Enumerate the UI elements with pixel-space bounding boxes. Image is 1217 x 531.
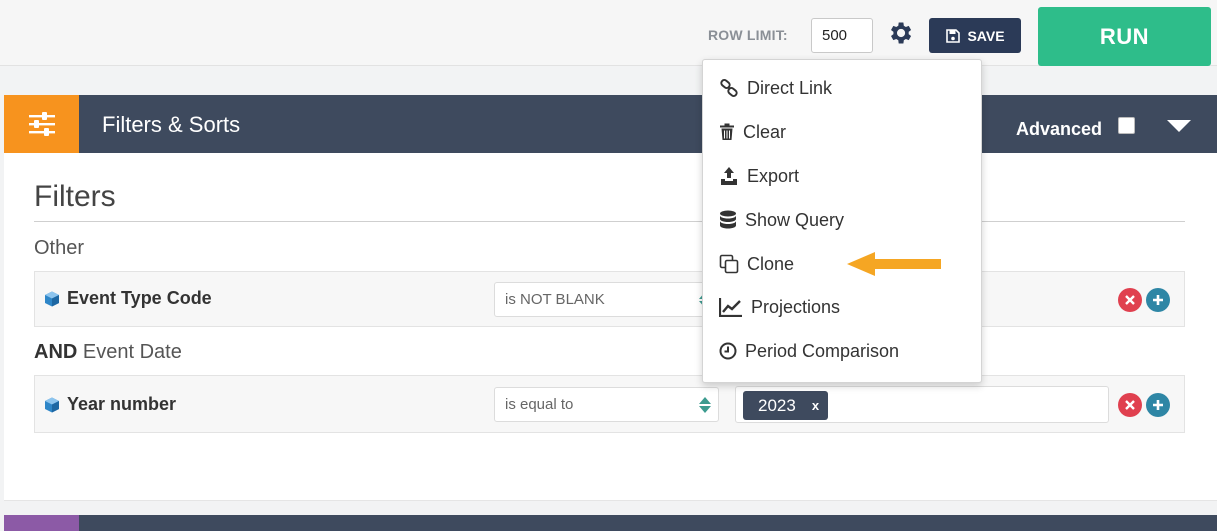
menu-item-label: Clone [747, 253, 795, 274]
run-label: RUN [1099, 23, 1150, 49]
operator-select[interactable]: is NOT BLANK [494, 282, 719, 317]
filter-row: Year number is equal to 2023 x [34, 375, 1185, 433]
operator-value: is NOT BLANK [505, 291, 605, 308]
field-name[interactable]: Event Type Code [43, 288, 212, 309]
menu-item-show-query[interactable]: Show Query [718, 207, 844, 233]
group-label: AND Event Date [34, 341, 182, 364]
group-label: Other [34, 237, 84, 260]
trash-icon [718, 121, 736, 143]
next-section-header[interactable] [4, 515, 1217, 531]
add-filter-icon[interactable] [1146, 393, 1170, 417]
link-icon [718, 77, 740, 99]
add-filter-icon[interactable] [1146, 288, 1170, 312]
annotation-arrow-icon [847, 252, 941, 276]
top-toolbar: ROW LIMIT: SAVE RUN [0, 0, 1217, 66]
settings-menu: Direct Link Clear Export Show Query Clon… [702, 59, 982, 383]
advanced-label: Advanced [1016, 119, 1103, 139]
operator-select[interactable]: is equal to [494, 387, 719, 422]
filter-row: Event Type Code is NOT BLANK [34, 271, 1185, 327]
field-name[interactable]: Year number [43, 394, 176, 415]
menu-item-label: Show Query [745, 209, 845, 230]
menu-item-label: Projections [751, 296, 841, 317]
group-label-text: Other [34, 237, 85, 259]
database-icon [718, 209, 738, 231]
save-label: SAVE [967, 27, 1005, 44]
cube-icon [45, 291, 59, 306]
divider [34, 221, 1185, 222]
row-limit-label: ROW LIMIT: [708, 27, 788, 43]
group-label-conjunction: AND [34, 341, 78, 363]
sliders-icon [4, 95, 79, 153]
field-name-text: Event Type Code [67, 288, 212, 308]
cube-icon [45, 397, 59, 412]
chip-remove-button[interactable]: x [812, 398, 819, 413]
menu-item-label: Clear [743, 121, 787, 142]
run-button[interactable]: RUN [1038, 7, 1211, 66]
save-button[interactable]: SAVE [929, 18, 1021, 53]
menu-item-direct-link[interactable]: Direct Link [718, 75, 832, 101]
operator-value: is equal to [505, 396, 574, 413]
floppy-disk-icon [946, 28, 961, 43]
chip-label: 2023 [758, 395, 796, 415]
menu-item-clone[interactable]: Clone [718, 251, 794, 277]
remove-filter-icon[interactable] [1118, 288, 1142, 312]
collapse-caret-icon[interactable] [1167, 120, 1191, 132]
section-title: Filters & Sorts [102, 112, 241, 137]
group-label-text: Event Date [82, 341, 182, 363]
row-limit-input[interactable] [811, 18, 873, 53]
section-tile [4, 515, 79, 531]
export-icon [718, 165, 740, 187]
filters-sorts-header[interactable]: Filters & Sorts Advanced [4, 95, 1217, 153]
filters-panel: Filters Other Event Type Code is NOT BLA… [4, 153, 1217, 501]
clock-icon [718, 340, 738, 362]
advanced-checkbox[interactable] [1118, 117, 1135, 134]
field-name-text: Year number [67, 394, 177, 414]
filters-title: Filters [34, 180, 116, 213]
gear-icon[interactable] [886, 19, 914, 47]
line-chart-icon [718, 296, 744, 318]
value-input[interactable]: 2023 x [735, 386, 1109, 423]
menu-item-label: Direct Link [747, 77, 833, 98]
remove-filter-icon[interactable] [1118, 393, 1142, 417]
menu-item-label: Export [747, 165, 800, 186]
menu-item-export[interactable]: Export [718, 163, 799, 189]
sort-arrows-icon [699, 397, 711, 413]
menu-item-clear[interactable]: Clear [718, 119, 786, 145]
menu-item-label: Period Comparison [745, 340, 900, 361]
clone-icon [718, 253, 740, 275]
value-chip: 2023 x [743, 391, 828, 420]
menu-item-projections[interactable]: Projections [718, 294, 840, 320]
menu-item-period-comparison[interactable]: Period Comparison [718, 338, 899, 364]
